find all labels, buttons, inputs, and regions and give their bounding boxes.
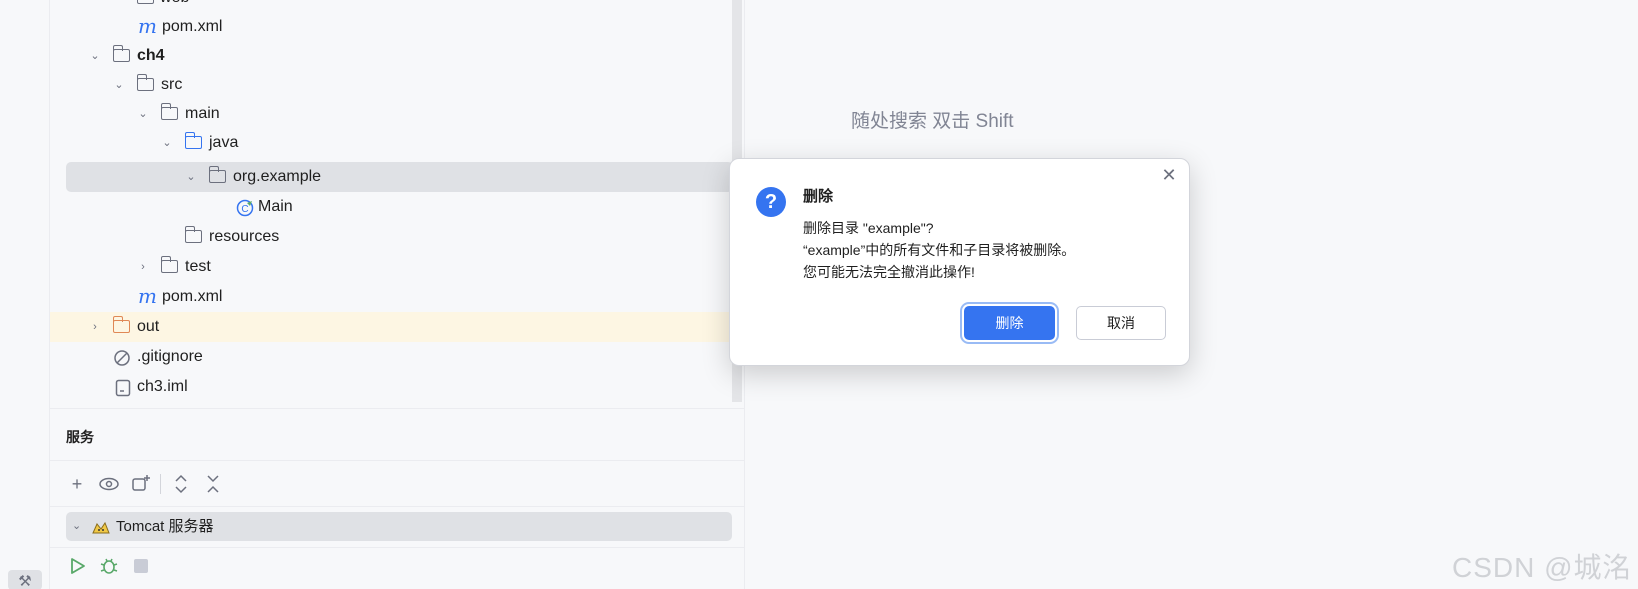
tree-label: java <box>209 134 239 151</box>
delete-dialog: ✕ ? 删除 删除目录 "example"? “example”中的所有文件和子… <box>729 158 1190 366</box>
eye-icon[interactable] <box>96 470 122 498</box>
tree-label: .gitignore <box>137 348 203 365</box>
dialog-message-line: 您可能无法完全撤消此操作! <box>803 264 975 280</box>
cancel-button[interactable]: 取消 <box>1076 306 1166 340</box>
tree-row-pom-xml[interactable]: m pom.xml <box>50 282 733 312</box>
tree-label: ch3.iml <box>137 378 188 395</box>
tomcat-icon <box>92 518 110 534</box>
chevron-down-icon[interactable]: ⌄ <box>184 162 198 192</box>
tree-label: out <box>137 318 160 335</box>
tree-label: pom.xml <box>162 18 223 35</box>
watermark: CSDN @城洺 <box>1452 552 1632 583</box>
tree-label: Main <box>258 198 293 215</box>
tree-label: src <box>161 76 183 93</box>
new-group-icon[interactable] <box>128 470 154 498</box>
divider <box>50 460 745 461</box>
ignore-file-icon <box>113 348 131 366</box>
project-panel: › web m pom.xml ⌄ ch4 ⌄ src ⌄ main ⌄ jav… <box>50 0 745 589</box>
collapse-all-icon[interactable] <box>200 470 226 498</box>
stop-icon[interactable] <box>128 552 154 580</box>
tree-label: org.example <box>233 168 322 185</box>
dialog-message: 删除目录 "example"? “example”中的所有文件和子目录将被删除。… <box>803 217 1075 283</box>
folder-icon <box>160 103 178 120</box>
excluded-folder-icon <box>112 316 130 333</box>
chevron-down-icon[interactable]: ⌄ <box>160 128 174 158</box>
folder-icon <box>136 74 154 91</box>
chevron-right-icon[interactable]: › <box>136 252 150 282</box>
folder-icon <box>160 256 178 273</box>
divider <box>50 547 745 548</box>
dialog-message-line: 删除目录 "example"? <box>803 220 934 236</box>
tree-row-ch3-iml[interactable]: ch3.iml <box>50 372 733 402</box>
search-everywhere-hint: 随处搜索 双击 Shift <box>851 111 1014 132</box>
left-tool-strip: ⚒ <box>0 0 50 589</box>
services-title: 服务 <box>66 429 94 445</box>
chevron-down-icon[interactable]: ⌄ <box>72 512 81 541</box>
expand-all-icon[interactable] <box>168 470 194 498</box>
maven-file-icon: m <box>138 14 157 38</box>
debug-icon[interactable] <box>96 552 122 580</box>
tomcat-server-label: Tomcat 服务器 <box>116 518 214 535</box>
tomcat-server-node[interactable]: ⌄ Tomcat 服务器 <box>66 512 732 541</box>
tree-label: test <box>185 258 211 275</box>
dialog-title: 删除 <box>803 188 834 205</box>
divider <box>50 408 745 409</box>
tree-row-pom-xml[interactable]: m pom.xml <box>50 12 733 42</box>
divider <box>50 506 745 507</box>
build-tool-icon[interactable]: ⚒ <box>8 570 42 589</box>
tree-row-ch4[interactable]: ⌄ ch4 <box>50 41 733 71</box>
package-icon <box>208 166 226 183</box>
module-folder-icon <box>112 45 130 62</box>
tree-row-main-class[interactable]: C Main <box>50 192 733 222</box>
java-class-icon: C <box>236 198 254 217</box>
tree-row-gitignore[interactable]: .gitignore <box>50 342 733 372</box>
resources-folder-icon <box>184 226 202 243</box>
tree-row-main[interactable]: ⌄ main <box>50 99 733 129</box>
chevron-down-icon[interactable]: ⌄ <box>136 99 150 129</box>
run-icon[interactable] <box>64 552 90 580</box>
tree-label: resources <box>209 228 280 245</box>
delete-button[interactable]: 删除 <box>964 306 1055 340</box>
folder-icon <box>137 0 154 4</box>
chevron-down-icon[interactable]: ⌄ <box>112 70 126 100</box>
close-icon[interactable]: ✕ <box>1159 165 1179 185</box>
dialog-message-line: “example”中的所有文件和子目录将被删除。 <box>803 242 1076 258</box>
source-folder-icon <box>184 132 202 149</box>
add-icon[interactable]: + <box>64 470 90 498</box>
iml-file-icon <box>114 378 132 397</box>
question-icon: ? <box>756 187 786 217</box>
maven-file-icon: m <box>138 284 157 308</box>
toolbar-separator <box>160 474 161 494</box>
tree-label: ch4 <box>137 47 165 64</box>
tree-row-resources[interactable]: resources <box>50 222 733 252</box>
chevron-right-icon[interactable]: › <box>88 312 102 342</box>
tree-label: main <box>185 105 220 122</box>
tree-row-src[interactable]: ⌄ src <box>50 70 733 100</box>
chevron-down-icon[interactable]: ⌄ <box>88 41 102 71</box>
tree-row-org-example[interactable]: ⌄ org.example <box>66 162 733 192</box>
tree-label: pom.xml <box>162 288 223 305</box>
tree-row-out[interactable]: › out <box>50 312 733 342</box>
svg-text:C: C <box>241 204 248 215</box>
tree-row-java[interactable]: ⌄ java <box>50 128 733 158</box>
tree-row-test[interactable]: › test <box>50 252 733 282</box>
